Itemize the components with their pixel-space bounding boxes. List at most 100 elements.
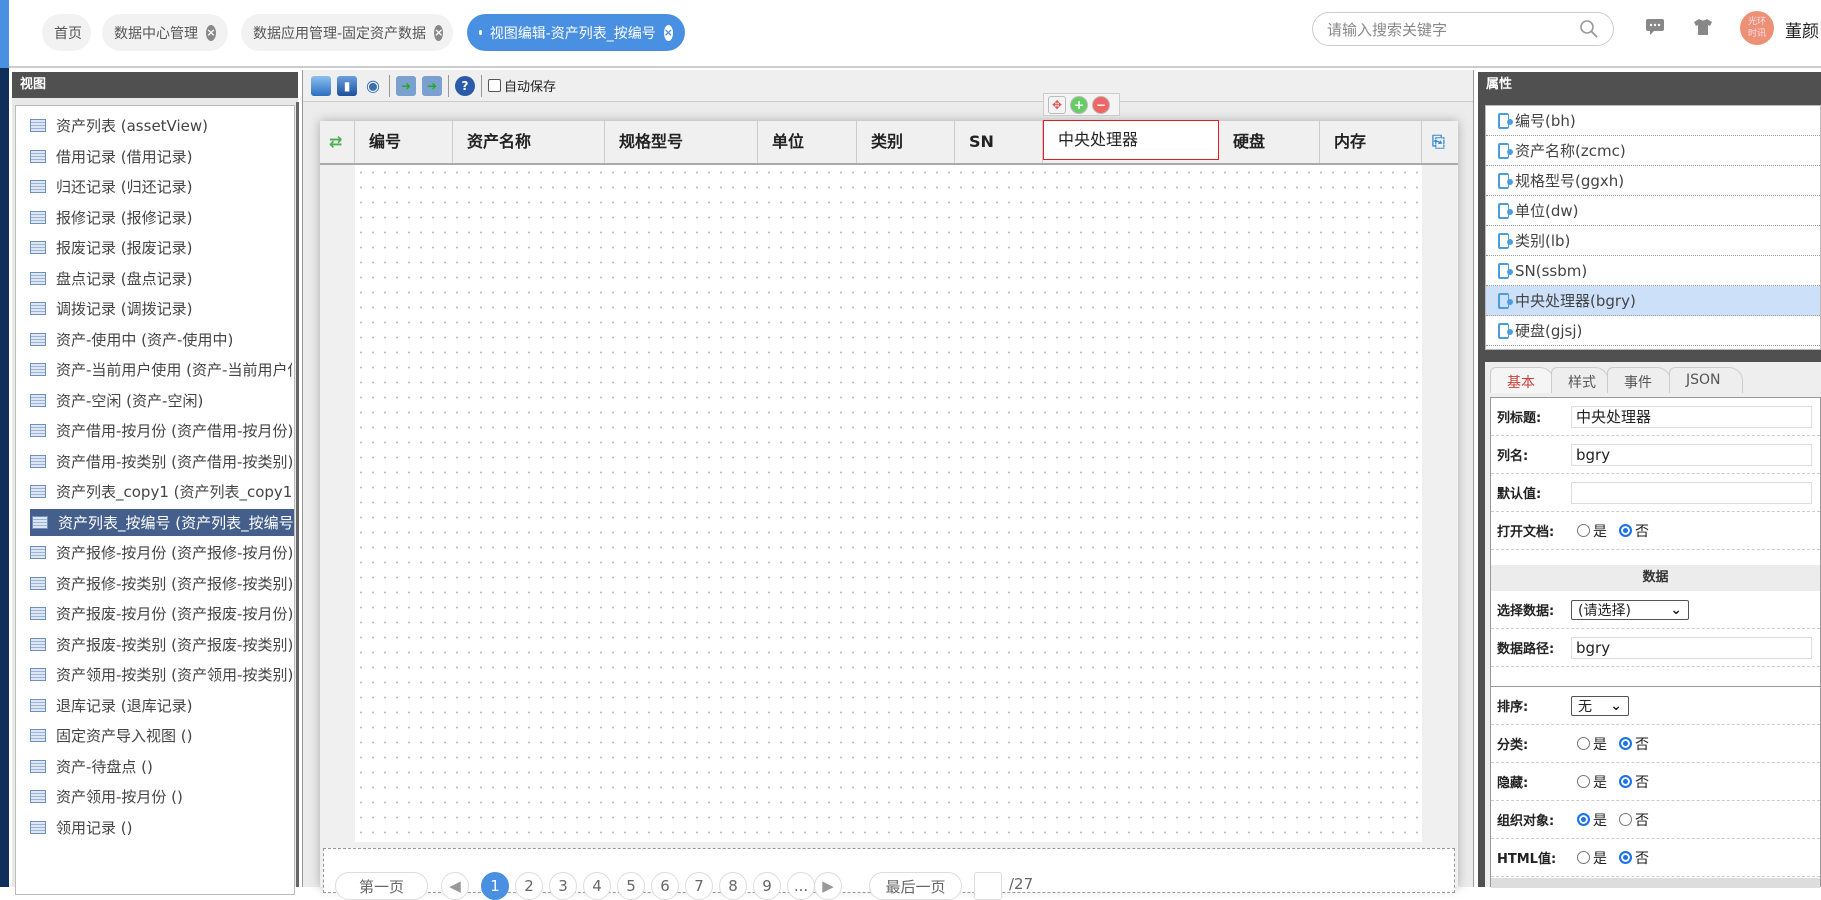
radio-button[interactable] <box>1619 851 1632 864</box>
field-list-item[interactable]: 硬盘(gjsj) <box>1486 316 1820 346</box>
move-icon[interactable]: ✥ <box>1048 95 1066 114</box>
view-list-item[interactable]: 资产列表_copy1 (资产列表_copy1) <box>28 478 292 505</box>
tab-style[interactable]: 样式 <box>1551 367 1609 393</box>
view-list-item[interactable]: 资产列表 (assetView) <box>28 112 292 139</box>
remove-column-icon[interactable]: − <box>1092 95 1110 114</box>
select-data-select[interactable]: (请选择) ⌄ <box>1571 599 1689 620</box>
radio-button[interactable] <box>1619 813 1632 826</box>
org-object-radio-yes[interactable]: 是 <box>1577 810 1607 830</box>
view-list-item[interactable]: 盘点记录 (盘点记录) <box>28 265 292 292</box>
skin-shirt-icon[interactable] <box>1693 18 1713 36</box>
page-input[interactable] <box>974 872 1002 900</box>
grid-column-header[interactable]: 类别 <box>857 121 955 163</box>
view-list-item[interactable]: 退库记录 (退库记录) <box>28 692 292 719</box>
close-icon[interactable]: × <box>206 24 216 41</box>
user-name[interactable]: 董颜 <box>1785 17 1819 42</box>
category-radio-yes[interactable]: 是 <box>1577 734 1607 754</box>
import-icon[interactable]: ➜ <box>396 75 416 96</box>
view-list-item[interactable]: 资产领用-按类别 (资产领用-按类别) <box>28 661 292 688</box>
view-list-item[interactable]: 资产报修-按类别 (资产报修-按类别) <box>28 570 292 597</box>
column-name-input[interactable]: bgry <box>1571 443 1812 466</box>
grid-column-header[interactable]: 硬盘 <box>1219 121 1320 163</box>
field-list-item[interactable]: 编号(bh) <box>1486 106 1820 136</box>
autosave-checkbox[interactable]: 自动保存 <box>488 76 556 95</box>
view-list-item[interactable]: 资产领用-按月份 () <box>28 783 292 810</box>
next-page-icon[interactable]: ▶ <box>814 872 842 900</box>
add-field-icon[interactable]: ⎘ <box>1422 121 1458 163</box>
refresh-icon[interactable]: ⇄ <box>320 121 355 163</box>
radio-button[interactable] <box>1577 775 1590 788</box>
radio-button[interactable] <box>1577 524 1590 537</box>
view-list-item[interactable]: 领用记录 () <box>28 814 292 841</box>
grid-column-header[interactable]: 资产名称 <box>453 121 605 163</box>
view-list-item[interactable]: 资产借用-按类别 (资产借用-按类别) <box>28 448 292 475</box>
grid-column-header[interactable]: 编号 <box>355 121 453 163</box>
export-icon[interactable]: ➜ <box>422 75 442 96</box>
column-title-input[interactable]: 中央处理器 <box>1571 405 1812 428</box>
add-column-icon[interactable]: + <box>1070 95 1088 114</box>
prev-page-icon[interactable]: ◀ <box>441 872 469 900</box>
view-list-item[interactable]: 资产-空闲 (资产-空闲) <box>28 387 292 414</box>
view-list-item[interactable]: 资产报废-按月份 (资产报废-按月份) <box>28 600 292 627</box>
page-button[interactable]: ... <box>787 872 815 900</box>
view-list-item[interactable]: 资产-当前用户使用 (资产-当前用户使用) <box>28 356 292 383</box>
tab-2[interactable]: 数据应用管理-固定资产数据 × <box>241 14 453 51</box>
tab-event[interactable]: 事件 <box>1607 367 1671 393</box>
tab-json[interactable]: JSON <box>1669 367 1743 393</box>
open-doc-radio-no[interactable]: 否 <box>1619 521 1649 541</box>
autosave-box[interactable] <box>488 79 501 92</box>
view-list-item[interactable]: 资产-待盘点 () <box>28 753 292 780</box>
field-list-item[interactable]: 类别(lb) <box>1486 226 1820 256</box>
field-list-item[interactable]: 资产名称(zcmc) <box>1486 136 1820 166</box>
search-icon[interactable] <box>1579 19 1599 39</box>
view-list-scrollbar[interactable] <box>296 102 299 887</box>
close-icon[interactable]: × <box>663 24 673 41</box>
page-button[interactable]: 8 <box>719 872 747 900</box>
view-list-item[interactable]: 资产列表_按编号 (资产列表_按编号) <box>30 508 294 536</box>
save-icon[interactable]: ▮ <box>337 75 357 96</box>
category-radio-no[interactable]: 否 <box>1619 734 1649 754</box>
view-list-item[interactable]: 资产报废-按类别 (资产报废-按类别) <box>28 631 292 658</box>
tab-1[interactable]: 数据中心管理 × <box>102 14 228 51</box>
preview-eye-icon[interactable]: ◉ <box>363 76 383 96</box>
sort-select[interactable]: 无 ⌄ <box>1571 695 1629 716</box>
grid-column-header[interactable]: 内存 <box>1320 121 1422 163</box>
tab-3[interactable]: 视图编辑-资产列表_按编号 × <box>467 14 685 51</box>
data-path-input[interactable]: bgry <box>1571 636 1812 659</box>
last-page-button[interactable]: 最后一页 <box>869 872 962 900</box>
page-button[interactable]: 7 <box>685 872 713 900</box>
hidden-radio-yes[interactable]: 是 <box>1577 772 1607 792</box>
page-button[interactable]: 6 <box>651 872 679 900</box>
view-list-item[interactable]: 借用记录 (借用记录) <box>28 143 292 170</box>
message-icon[interactable] <box>1645 18 1665 36</box>
page-button[interactable]: 9 <box>753 872 781 900</box>
grid-column-header[interactable]: SN <box>955 121 1043 163</box>
radio-button[interactable] <box>1619 524 1632 537</box>
tab-basic[interactable]: 基本 <box>1490 367 1554 393</box>
close-icon[interactable]: × <box>434 24 444 41</box>
page-button[interactable]: 5 <box>617 872 645 900</box>
radio-button[interactable] <box>1619 737 1632 750</box>
field-list-item[interactable]: 单位(dw) <box>1486 196 1820 226</box>
tab-0[interactable]: 首页 <box>42 14 91 51</box>
radio-button[interactable] <box>1577 737 1590 750</box>
view-list-item[interactable]: 报修记录 (报修记录) <box>28 204 292 231</box>
first-page-button[interactable]: 第一页 <box>335 872 428 900</box>
hidden-radio-no[interactable]: 否 <box>1619 772 1649 792</box>
field-list-item[interactable]: 中央处理器(bgry) <box>1486 286 1820 316</box>
html-value-radio-no[interactable]: 否 <box>1619 848 1649 868</box>
radio-button[interactable] <box>1577 851 1590 864</box>
view-list-item[interactable]: 资产报修-按月份 (资产报修-按月份) <box>28 539 292 566</box>
page-button[interactable]: 1 <box>481 872 509 900</box>
view-list-item[interactable]: 固定资产导入视图 () <box>28 722 292 749</box>
field-list-item[interactable]: SN(ssbm) <box>1486 256 1820 286</box>
view-list-item[interactable]: 资产借用-按月份 (资产借用-按月份) <box>28 417 292 444</box>
view-list-item[interactable]: 归还记录 (归还记录) <box>28 173 292 200</box>
page-button[interactable]: 2 <box>515 872 543 900</box>
radio-button[interactable] <box>1577 813 1590 826</box>
org-object-radio-no[interactable]: 否 <box>1619 810 1649 830</box>
view-list-item[interactable]: 调拨记录 (调拨记录) <box>28 295 292 322</box>
field-list-item[interactable]: 规格型号(ggxh) <box>1486 166 1820 196</box>
view-list-item[interactable]: 报废记录 (报废记录) <box>28 234 292 261</box>
page-button[interactable]: 3 <box>549 872 577 900</box>
